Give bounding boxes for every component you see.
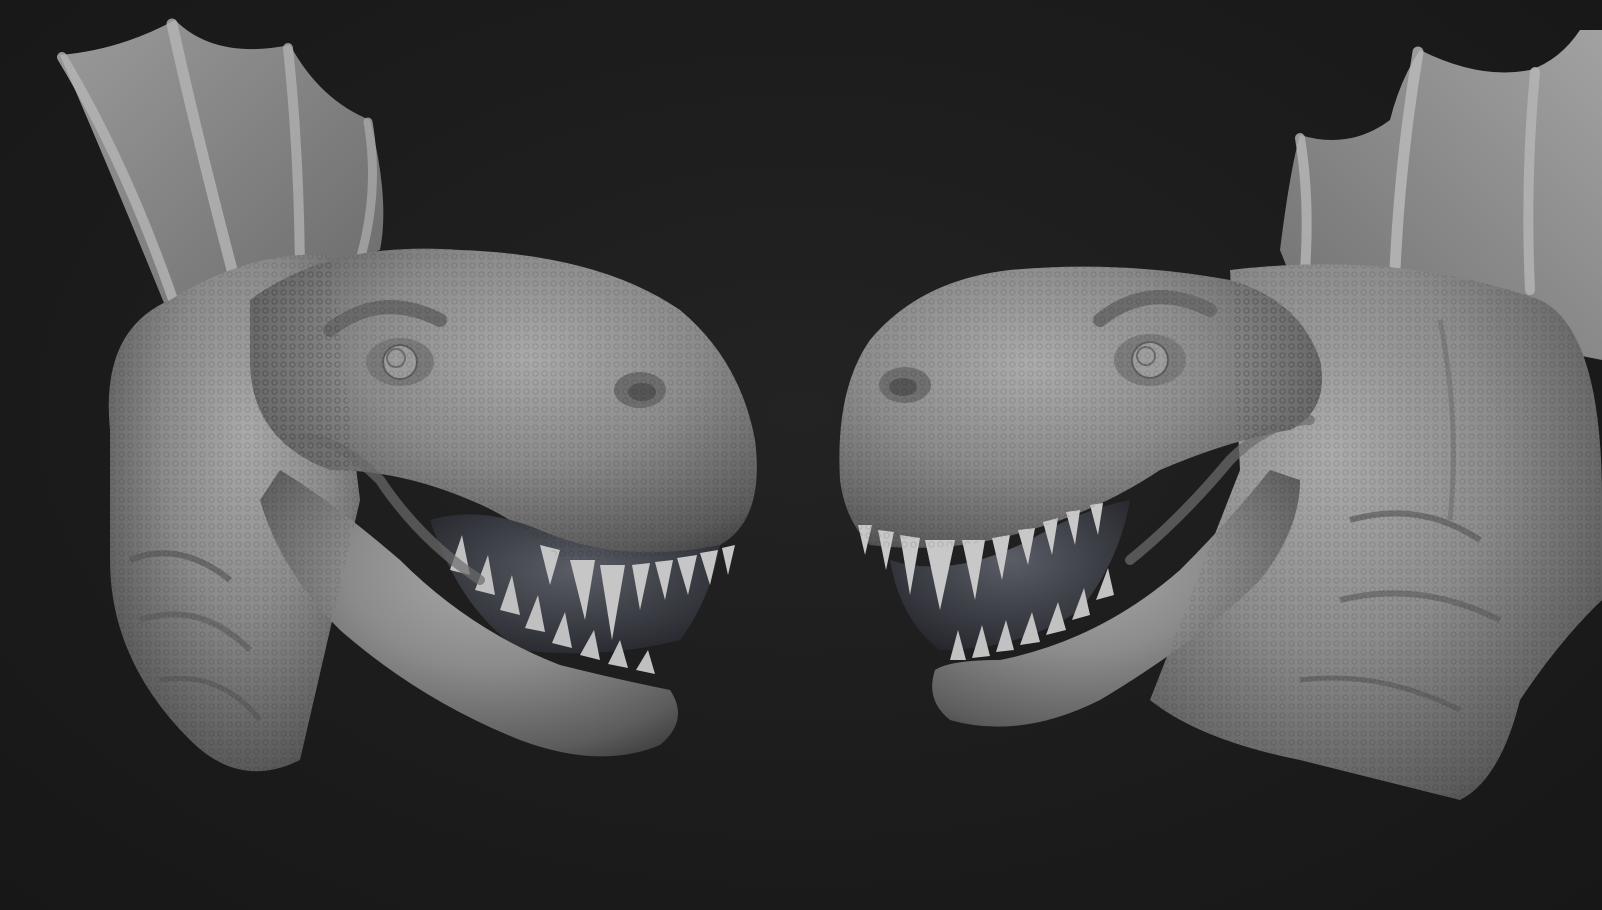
viewport	[0, 0, 1602, 910]
dino-head-right	[839, 30, 1602, 800]
sculpt-render	[57, 18, 1602, 800]
dino-head-left	[57, 18, 757, 772]
